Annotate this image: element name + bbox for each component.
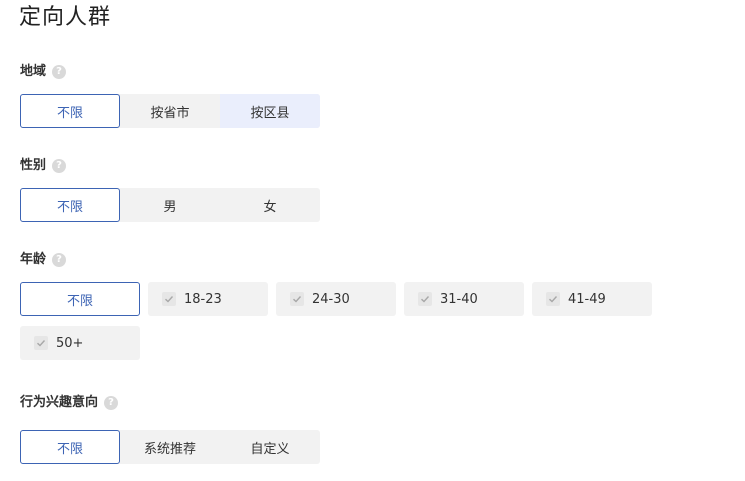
interest-option-custom[interactable]: 自定义 xyxy=(220,430,320,464)
age-section-header: 年龄 ? xyxy=(20,250,67,270)
help-icon[interactable]: ? xyxy=(52,159,67,173)
check-icon xyxy=(546,292,560,306)
age-option-18-23[interactable]: 18-23 xyxy=(148,282,268,316)
region-option-by-province-city[interactable]: 按省市 xyxy=(120,94,220,128)
region-label: 地域 xyxy=(20,64,47,79)
age-option-label: 18-23 xyxy=(184,291,222,307)
age-option-unlimited[interactable]: 不限 xyxy=(20,282,140,316)
age-option-label: 50+ xyxy=(56,335,84,351)
gender-section-header: 性别 ? xyxy=(20,156,67,176)
gender-label: 性别 xyxy=(20,158,47,173)
region-option-by-district-county[interactable]: 按区县 xyxy=(220,94,320,128)
region-section-header: 地域 ? xyxy=(20,62,67,82)
help-icon[interactable]: ? xyxy=(52,65,67,79)
age-option-41-49[interactable]: 41-49 xyxy=(532,282,652,316)
age-option-label: 31-40 xyxy=(440,291,478,307)
check-icon xyxy=(418,292,432,306)
age-label: 年龄 xyxy=(20,252,47,267)
region-option-unlimited[interactable]: 不限 xyxy=(20,94,120,128)
age-option-label: 不限 xyxy=(66,293,93,309)
gender-option-female[interactable]: 女 xyxy=(220,188,320,222)
interest-option-unlimited[interactable]: 不限 xyxy=(20,430,120,464)
gender-option-unlimited[interactable]: 不限 xyxy=(20,188,120,222)
check-icon xyxy=(290,292,304,306)
age-option-label: 41-49 xyxy=(568,291,606,307)
gender-option-male[interactable]: 男 xyxy=(120,188,220,222)
interest-options: 不限 系统推荐 自定义 xyxy=(20,430,320,464)
age-option-31-40[interactable]: 31-40 xyxy=(404,282,524,316)
gender-options: 不限 男 女 xyxy=(20,188,320,222)
interest-label: 行为兴趣意向 xyxy=(20,395,99,410)
interest-option-system-recommend[interactable]: 系统推荐 xyxy=(120,430,220,464)
interest-section-header: 行为兴趣意向 ? xyxy=(20,393,119,413)
check-icon xyxy=(34,336,48,350)
age-option-24-30[interactable]: 24-30 xyxy=(276,282,396,316)
help-icon[interactable]: ? xyxy=(104,396,119,410)
age-option-label: 24-30 xyxy=(312,291,350,307)
help-icon[interactable]: ? xyxy=(52,253,67,267)
check-icon xyxy=(162,292,176,306)
age-option-50-plus[interactable]: 50+ xyxy=(20,326,140,360)
region-options: 不限 按省市 按区县 xyxy=(20,94,320,128)
page-title: 定向人群 xyxy=(19,5,112,30)
